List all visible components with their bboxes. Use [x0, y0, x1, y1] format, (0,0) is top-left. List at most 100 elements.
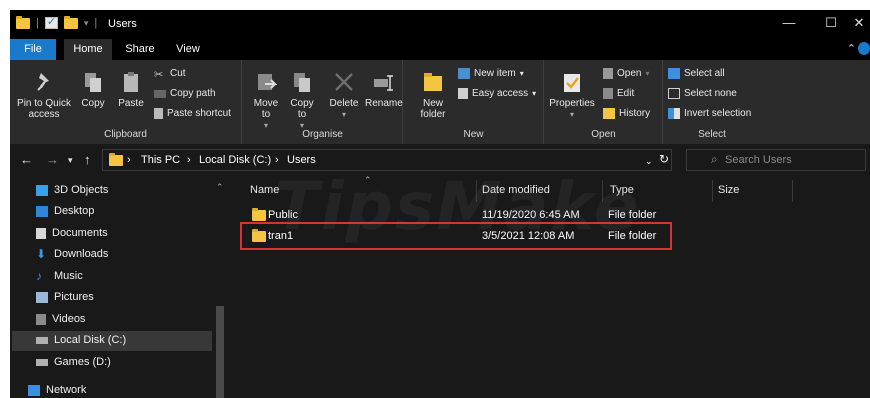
refresh-icon[interactable]: ↻ [659, 152, 669, 166]
sidebar-scroll-thumb[interactable] [216, 306, 224, 398]
easy-access-button[interactable]: Easy access ▾ [458, 88, 536, 99]
rename-icon [374, 75, 393, 91]
delete-label: Delete [329, 98, 359, 109]
open-label: Open [617, 68, 642, 79]
open-button[interactable]: Open ▾ [603, 68, 649, 79]
copy-to-button[interactable]: Copy to ▾ [287, 70, 317, 131]
move-to-label: Move to [253, 98, 279, 120]
properties-check-icon[interactable] [44, 15, 58, 29]
edit-button[interactable]: Edit [603, 88, 634, 99]
help-icon[interactable] [858, 42, 870, 55]
group-label-organise: Organise [302, 129, 343, 140]
chevron-up-icon[interactable]: ⌃ [847, 42, 856, 55]
drive-icon [36, 358, 48, 366]
clipboard-icon [124, 72, 138, 92]
film-icon [36, 313, 46, 325]
group-label-new: New [463, 129, 484, 140]
cut-button[interactable]: ✂ Cut [154, 68, 186, 81]
copy-path-button[interactable]: Copy path [154, 88, 216, 99]
search-icon: ⌕ [711, 152, 718, 166]
sidebar-item-local-disk[interactable]: Local Disk (C:) [36, 334, 126, 346]
select-none-button[interactable]: Select none [668, 88, 737, 99]
sidebar-item-label: Videos [52, 313, 86, 325]
easy-access-icon [458, 88, 468, 99]
maximize-button[interactable]: ☐ [816, 15, 846, 31]
address-dropdown-icon[interactable]: ⌄ [645, 156, 653, 167]
paste-shortcut-icon [154, 108, 163, 119]
sidebar-item-music[interactable]: ♪ Music [36, 268, 83, 283]
new-folder-label: New folder [420, 98, 446, 120]
sidebar-item-label: Pictures [54, 291, 94, 303]
open-icon [603, 68, 613, 79]
tab-file[interactable]: File [10, 39, 56, 60]
new-folder-button[interactable]: New folder [416, 70, 450, 120]
chevron-right-icon[interactable]: › [127, 154, 131, 166]
invert-selection-button[interactable]: Invert selection [668, 108, 751, 119]
select-none-label: Select none [684, 88, 737, 99]
group-select: Select all Select none Invert selection … [664, 60, 760, 144]
group-label-open: Open [591, 129, 616, 140]
paste-shortcut-label: Paste shortcut [167, 108, 231, 119]
move-to-icon [258, 74, 277, 90]
breadcrumb-local-disk[interactable]: Local Disk (C:) [199, 154, 271, 166]
navigation-pane: 3D Objects Desktop Documents ⬇ Downloads… [10, 176, 226, 398]
minimize-button[interactable]: — [774, 15, 804, 30]
column-divider[interactable] [712, 180, 713, 202]
tab-share[interactable]: Share [120, 39, 160, 60]
customize-dropdown-icon[interactable]: ▾ [84, 18, 89, 29]
copy-label: Copy [81, 98, 105, 109]
scissors-icon: ✂ [154, 69, 164, 81]
chevron-right-icon[interactable]: › [187, 154, 191, 166]
chevron-right-icon[interactable]: › [275, 154, 279, 166]
column-divider[interactable] [792, 180, 793, 202]
close-button[interactable]: ✕ [844, 15, 870, 31]
recent-locations-chevron-icon[interactable]: ▾ [68, 155, 73, 166]
folder-icon [109, 153, 123, 166]
tab-view[interactable]: View [170, 39, 206, 60]
easy-access-dropdown-icon: ▾ [532, 89, 537, 98]
select-all-button[interactable]: Select all [668, 68, 725, 79]
breadcrumb-this-pc[interactable]: This PC [141, 154, 180, 166]
pin-to-quick-access-button[interactable]: Pin to Quick access [14, 70, 74, 120]
ribbon-tabs: File Home Share View ⌃ [10, 39, 870, 60]
rename-button[interactable]: Rename [365, 70, 403, 109]
scroll-up-icon[interactable]: ⌃ [216, 182, 224, 193]
cut-label: Cut [170, 68, 186, 79]
history-button[interactable]: History [603, 108, 650, 119]
copy-button[interactable]: Copy [78, 70, 108, 109]
new-item-dropdown-icon: ▾ [519, 69, 524, 78]
up-arrow-icon[interactable]: ↑ [84, 152, 91, 167]
sidebar-item-pictures[interactable]: Pictures [36, 291, 94, 303]
sidebar-item-network[interactable]: Network [28, 384, 86, 396]
invert-selection-icon [668, 108, 680, 119]
back-arrow-icon[interactable]: ← [20, 152, 33, 167]
sidebar-item-desktop[interactable]: Desktop [36, 205, 94, 217]
column-header-size[interactable]: Size [718, 184, 739, 196]
sidebar-item-games-drive[interactable]: Games (D:) [36, 356, 111, 368]
new-folder-icon[interactable] [63, 15, 78, 29]
tab-home[interactable]: Home [64, 39, 112, 60]
paste-button[interactable]: Paste [114, 70, 148, 109]
sidebar-item-videos[interactable]: Videos [36, 313, 85, 325]
sidebar-item-documents[interactable]: Documents [36, 227, 108, 239]
music-note-icon: ♪ [36, 268, 42, 283]
sidebar-item-downloads[interactable]: ⬇ Downloads [36, 248, 108, 261]
delete-button[interactable]: Delete ▾ [327, 70, 361, 120]
drive-icon [36, 336, 48, 344]
sidebar-item-3d-objects[interactable]: 3D Objects [36, 184, 108, 196]
group-clipboard: Pin to Quick access Copy Paste ✂ Cut Cop… [10, 60, 242, 144]
move-to-button[interactable]: Move to ▾ [251, 70, 281, 131]
paste-shortcut-button[interactable]: Paste shortcut [154, 108, 231, 119]
properties-icon [564, 74, 580, 92]
edit-label: Edit [617, 88, 635, 99]
paste-label: Paste [118, 98, 144, 109]
new-item-button[interactable]: New item ▾ [458, 68, 524, 79]
folder-icon [16, 15, 30, 29]
properties-label: Properties [549, 98, 595, 109]
forward-arrow-icon[interactable]: → [46, 152, 59, 167]
breadcrumb-users[interactable]: Users [287, 154, 316, 166]
properties-button[interactable]: Properties ▾ [547, 70, 597, 120]
open-dropdown-icon: ▾ [645, 69, 650, 78]
network-icon [28, 384, 40, 396]
search-input[interactable]: ⌕ Search Users [686, 149, 866, 171]
